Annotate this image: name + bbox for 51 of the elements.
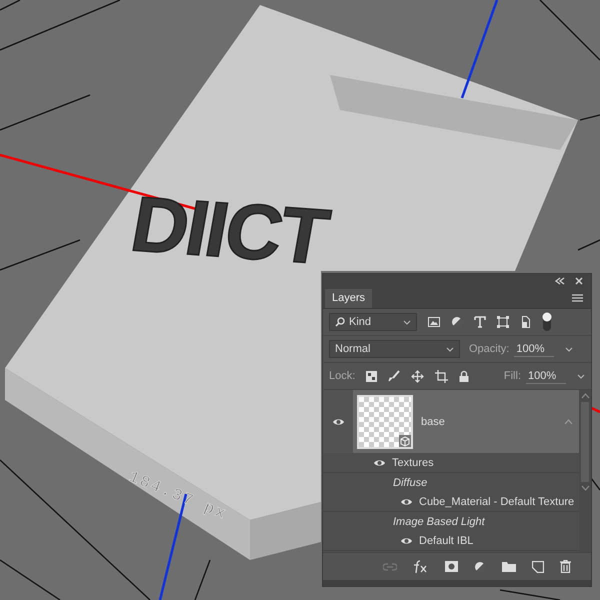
move-icon[interactable] bbox=[411, 370, 424, 382]
half-circle-icon[interactable] bbox=[474, 560, 486, 572]
caret-icon[interactable] bbox=[577, 374, 585, 378]
collapse-icon[interactable] bbox=[555, 277, 565, 285]
fx-icon bbox=[413, 560, 429, 574]
mask-icon[interactable] bbox=[445, 561, 458, 572]
cube-icon bbox=[399, 434, 411, 446]
eye-icon[interactable] bbox=[373, 458, 386, 468]
menu-icon[interactable] bbox=[572, 294, 583, 302]
panel-tab[interactable]: Layers bbox=[325, 289, 372, 308]
sublayer-name[interactable]: Default IBL bbox=[419, 534, 474, 546]
link-icon bbox=[383, 562, 397, 570]
fill-label: Fill: bbox=[504, 370, 521, 382]
folder-icon[interactable] bbox=[502, 561, 516, 572]
scrollbar[interactable] bbox=[579, 390, 591, 552]
opacity-field[interactable]: 100% bbox=[514, 342, 554, 356]
caret-icon bbox=[403, 320, 411, 324]
caret-icon bbox=[446, 346, 454, 352]
lock-label: Lock: bbox=[329, 370, 356, 382]
extruded-text: DIICT bbox=[125, 180, 334, 280]
transform-icon[interactable] bbox=[497, 316, 509, 328]
half-circle-icon[interactable] bbox=[451, 316, 463, 328]
sublayer-name[interactable]: Cube_Material - Default Texture bbox=[419, 496, 574, 508]
blend-mode-dropdown[interactable]: Normal bbox=[329, 340, 460, 358]
sublayer-name[interactable]: Textures bbox=[392, 456, 434, 468]
chevron-icon bbox=[580, 393, 590, 399]
chevron-icon bbox=[580, 485, 590, 491]
toggle-icon[interactable] bbox=[542, 312, 552, 332]
layer-row[interactable]: base bbox=[323, 390, 579, 453]
layer-name: base bbox=[421, 416, 446, 428]
caret-icon[interactable] bbox=[565, 346, 574, 352]
type-icon[interactable] bbox=[474, 316, 486, 328]
checkerboard-icon[interactable] bbox=[366, 370, 378, 382]
filter-dropdown[interactable]: Kind bbox=[329, 313, 417, 331]
image-icon[interactable] bbox=[428, 317, 440, 327]
opacity-label: Opacity: bbox=[469, 343, 510, 355]
crop-icon[interactable] bbox=[435, 370, 448, 382]
close-icon[interactable] bbox=[575, 277, 583, 285]
fill-field[interactable]: 100% bbox=[526, 368, 566, 384]
brush-icon[interactable] bbox=[388, 370, 400, 382]
lock-icon[interactable] bbox=[459, 370, 470, 382]
trash-icon[interactable] bbox=[560, 560, 571, 573]
search-icon bbox=[335, 317, 345, 327]
document-icon[interactable] bbox=[520, 316, 531, 328]
eye-icon[interactable] bbox=[400, 496, 413, 506]
fx-button[interactable] bbox=[413, 560, 429, 574]
section-heading: Image Based Light bbox=[393, 516, 485, 528]
new-layer-icon[interactable] bbox=[532, 560, 544, 572]
eye-icon[interactable] bbox=[332, 416, 344, 426]
section-heading: Diffuse bbox=[393, 476, 428, 488]
eye-icon[interactable] bbox=[400, 536, 413, 546]
